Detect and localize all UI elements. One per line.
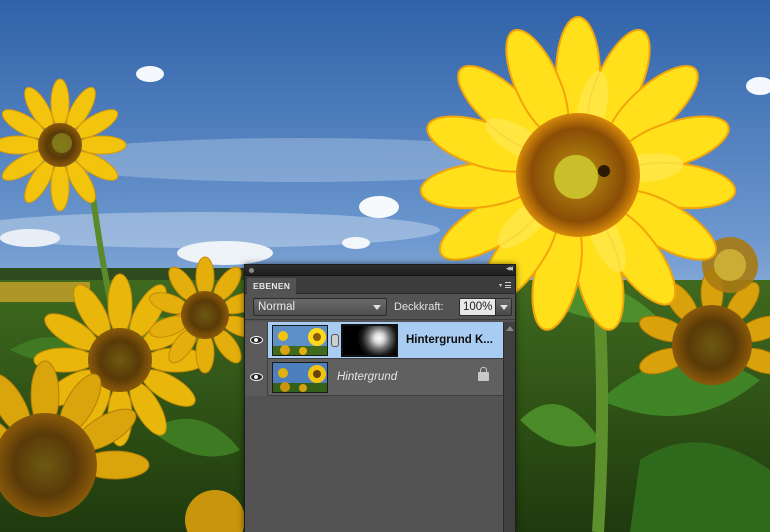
collapse-panel-icon[interactable]: ◂◂ — [506, 264, 513, 274]
layers-panel: ◂◂ EBENEN ▾ Normal Deckkraft: 100% Hinte… — [244, 264, 516, 532]
layer-thumbnail — [272, 362, 328, 393]
blend-mode-value: Normal — [258, 301, 296, 313]
lock-icon[interactable] — [478, 367, 489, 381]
opacity-slider-button[interactable] — [495, 299, 511, 315]
layer-controls: Normal Deckkraft: 100% — [245, 294, 515, 320]
layer-name: Hintergrund K... — [406, 334, 493, 346]
opacity-label: Deckkraft: — [394, 301, 444, 313]
layer-list: Hintergrund K... Hintergrund — [245, 322, 505, 532]
blend-mode-select[interactable]: Normal — [253, 298, 387, 316]
chevron-down-icon — [373, 305, 381, 310]
layer-mask-thumbnail[interactable] — [341, 324, 398, 357]
visibility-toggle[interactable] — [245, 322, 268, 359]
chain-link-icon[interactable] — [331, 334, 339, 347]
layer-row[interactable]: Hintergrund K... — [245, 322, 505, 359]
scroll-up-icon[interactable] — [506, 326, 514, 331]
tab-layers[interactable]: EBENEN — [247, 278, 297, 294]
layer-name: Hintergrund — [337, 371, 398, 383]
panel-tab-bar: EBENEN ▾ — [245, 276, 515, 294]
close-panel-icon[interactable] — [248, 267, 255, 274]
panel-menu-lines-icon — [505, 282, 511, 288]
opacity-input[interactable]: 100% — [459, 298, 512, 316]
layer-thumbnail — [272, 325, 328, 356]
eye-icon — [250, 373, 263, 381]
layer-list-scrollbar[interactable] — [503, 322, 515, 532]
layer-row[interactable]: Hintergrund — [245, 359, 505, 396]
opacity-value: 100% — [463, 301, 493, 313]
panel-title-bar[interactable]: ◂◂ — [245, 264, 515, 276]
panel-menu-icon[interactable]: ▾ — [499, 279, 511, 290]
panel-menu-arrow-icon: ▾ — [499, 282, 503, 289]
visibility-toggle[interactable] — [245, 359, 268, 396]
eye-icon — [250, 336, 263, 344]
